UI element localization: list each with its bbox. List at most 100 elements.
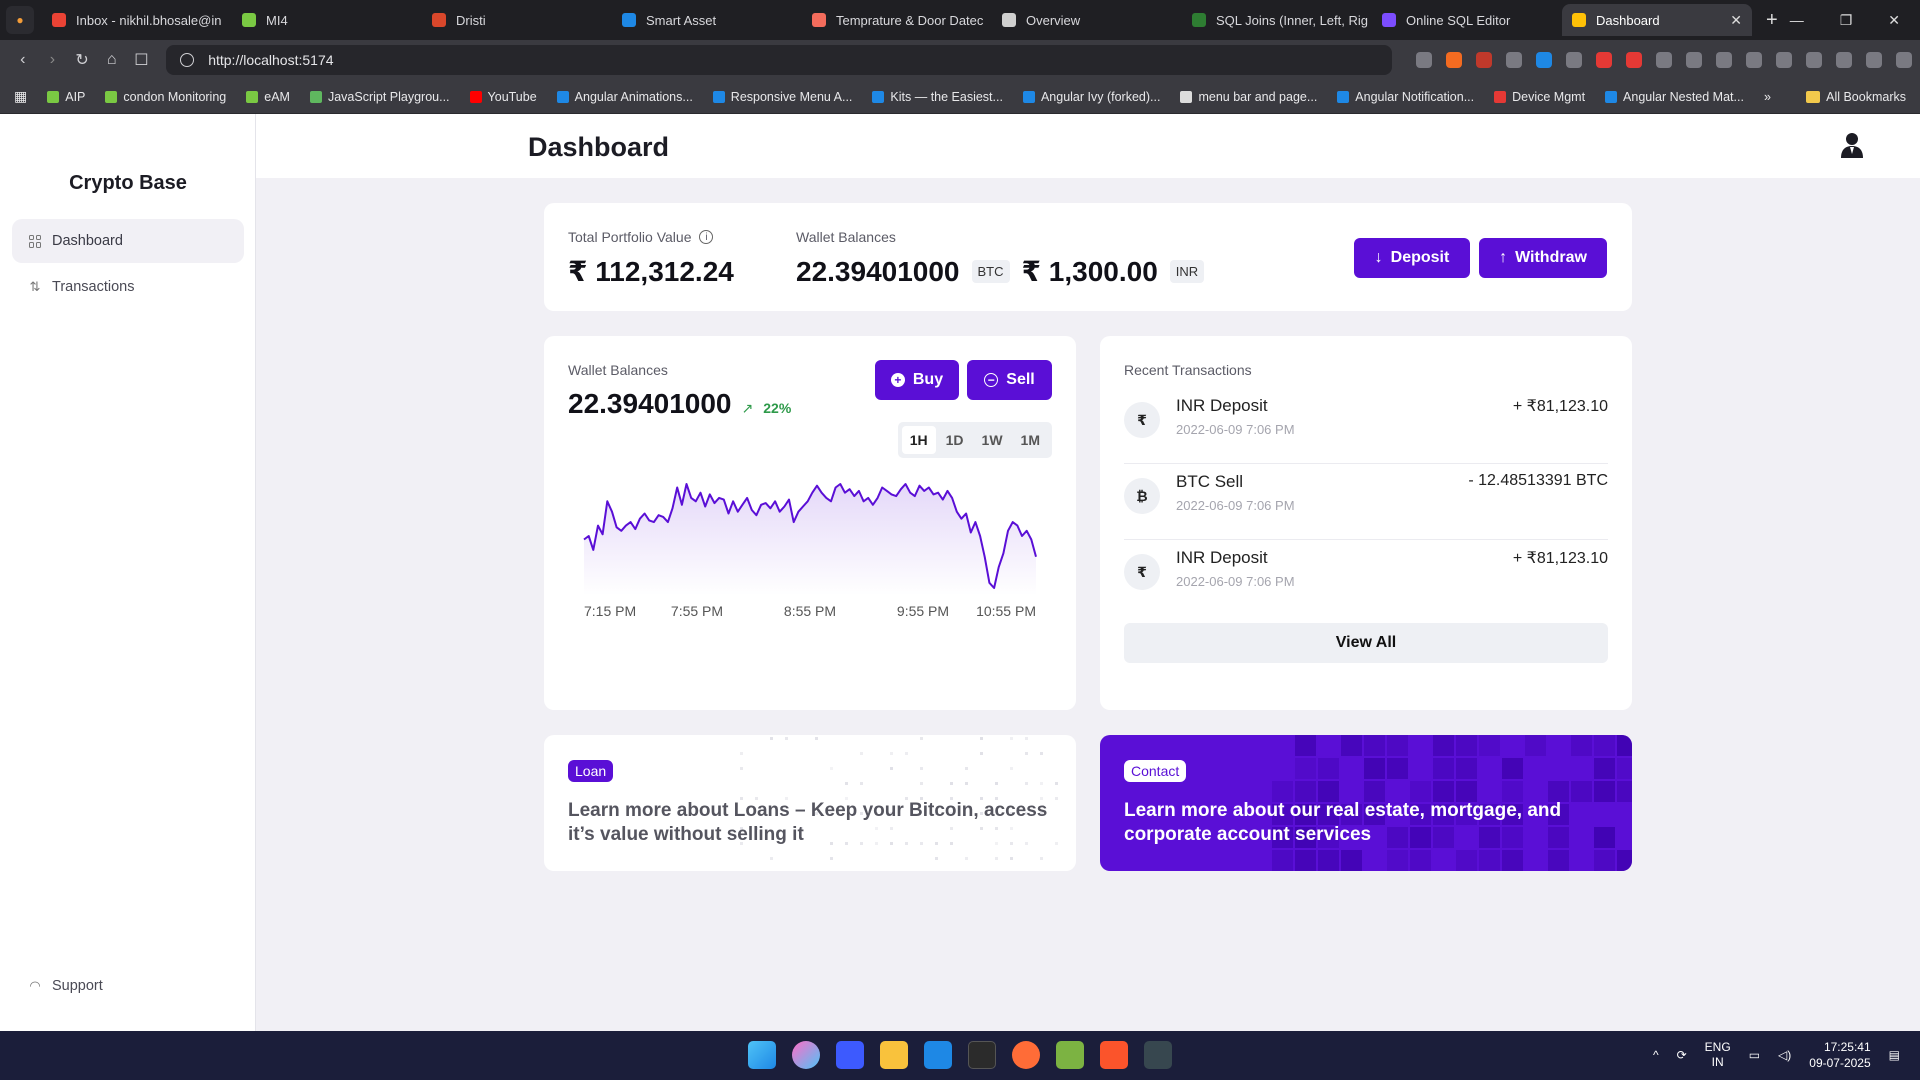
bookmark-item[interactable]: Device Mgmt <box>1494 90 1585 104</box>
browser-tab[interactable]: SQL Joins (Inner, Left, Rig <box>1182 4 1372 36</box>
brave-shields-icon[interactable] <box>1446 52 1462 68</box>
browser-tab[interactable]: Dristi <box>422 4 612 36</box>
browser-tab[interactable]: Smart Asset <box>612 4 802 36</box>
apps-grid-icon[interactable]: ▦ <box>14 88 27 105</box>
sidebar-item-dashboard[interactable]: Dashboard <box>12 219 244 263</box>
clock[interactable]: 17:25:41 09-07-2025 <box>1809 1039 1870 1071</box>
bookmark-icon[interactable]: ☐ <box>127 50 157 70</box>
bookmark-item[interactable]: Angular Animations... <box>557 90 693 104</box>
bookmark-item[interactable]: Angular Ivy (forked)... <box>1023 90 1161 104</box>
url-input[interactable]: http://localhost:5174 <box>166 45 1392 75</box>
loan-promo-card[interactable]: Loan Learn more about Loans – Keep your … <box>544 735 1076 871</box>
notifications-icon[interactable]: ▤ <box>1889 1048 1900 1062</box>
close-window-icon[interactable]: ✕ <box>1888 12 1900 29</box>
view-all-button[interactable]: View All <box>1124 623 1608 663</box>
bookmark-item[interactable]: condon Monitoring <box>105 90 226 104</box>
home-icon[interactable]: ⌂ <box>97 51 127 69</box>
bookmark-item[interactable]: eAM <box>246 90 290 104</box>
pattern-dot <box>770 857 773 860</box>
forward-icon[interactable]: › <box>38 51 68 69</box>
brave-menu-icon[interactable]: ● <box>6 6 34 34</box>
volume-icon[interactable]: ◁) <box>1778 1048 1791 1062</box>
brave-browser-icon[interactable] <box>1100 1041 1128 1069</box>
info-icon[interactable]: i <box>699 230 713 244</box>
terminal-icon[interactable] <box>968 1041 996 1069</box>
menu-icon[interactable] <box>1896 52 1912 68</box>
media-icon[interactable] <box>1746 52 1762 68</box>
sync-icon[interactable]: ⟳ <box>1677 1048 1687 1062</box>
bookmark-item[interactable]: AIP <box>47 90 85 104</box>
timeframe-1d[interactable]: 1D <box>938 426 972 454</box>
bookmark-item[interactable]: menu bar and page... <box>1180 90 1317 104</box>
all-bookmarks[interactable]: All Bookmarks <box>1806 90 1920 104</box>
browser-tab[interactable]: Overview <box>992 4 1182 36</box>
vpn-icon[interactable] <box>1866 52 1882 68</box>
bookmark-label: YouTube <box>488 90 537 104</box>
wallet-icon[interactable] <box>1806 52 1822 68</box>
sell-button[interactable]: − Sell <box>967 360 1052 400</box>
deposit-button[interactable]: ↓ Deposit <box>1354 238 1470 278</box>
language-indicator[interactable]: ENG IN <box>1705 1040 1731 1070</box>
withdraw-button[interactable]: ↑ Withdraw <box>1479 238 1607 278</box>
pattern-dot <box>1025 782 1028 785</box>
downloads-icon[interactable] <box>1716 52 1732 68</box>
close-tab-icon[interactable]: ✕ <box>1730 12 1742 29</box>
bookmark-item[interactable]: Responsive Menu A... <box>713 90 853 104</box>
contact-promo-card[interactable]: Contact Learn more about our real estate… <box>1100 735 1632 871</box>
timeframe-1h[interactable]: 1H <box>902 426 936 454</box>
bookmark-item[interactable]: Angular Notification... <box>1337 90 1474 104</box>
browser-tab[interactable]: Online SQL Editor <box>1372 4 1562 36</box>
timeframe-1m[interactable]: 1M <box>1013 426 1048 454</box>
network-icon[interactable]: ▭ <box>1749 1048 1760 1062</box>
extension-icon[interactable] <box>1536 52 1552 68</box>
browser-tab[interactable]: Temprature & Door Datec <box>802 4 992 36</box>
extension-icon[interactable] <box>1566 52 1582 68</box>
windows-start-icon[interactable] <box>748 1041 776 1069</box>
transaction-row[interactable]: ₹ INR Deposit 2022-06-09 7:06 PM + ₹81,123.… <box>1124 540 1608 616</box>
browser-tab[interactable]: Inbox - nikhil.bhosale@in <box>42 4 232 36</box>
brave-rewards-icon[interactable] <box>1476 52 1492 68</box>
postman-icon[interactable] <box>1012 1041 1040 1069</box>
pattern-dot <box>815 737 818 740</box>
sidebar-item-support[interactable]: ◠ Support <box>12 964 244 1008</box>
transaction-row[interactable]: ₿ BTC Sell 2022-06-09 7:06 PM - 12.48513391… <box>1124 464 1608 540</box>
sidebar-icon[interactable] <box>1776 52 1792 68</box>
network-app-icon[interactable] <box>836 1041 864 1069</box>
browser-tab[interactable]: Dashboard ✕ <box>1562 4 1752 36</box>
minimize-icon[interactable]: — <box>1790 12 1804 29</box>
browser-tab[interactable]: MI4 <box>232 4 422 36</box>
copilot-icon[interactable] <box>792 1041 820 1069</box>
back-icon[interactable]: ‹ <box>8 51 38 69</box>
vscode-icon[interactable] <box>924 1041 952 1069</box>
extension-icon[interactable] <box>1626 52 1642 68</box>
reload-icon[interactable]: ↻ <box>67 50 97 70</box>
bookmark-item[interactable]: JavaScript Playgrou... <box>310 90 450 104</box>
buy-button[interactable]: + Buy <box>875 360 959 400</box>
sidebar-item-transactions[interactable]: ⇅ Transactions <box>12 265 244 309</box>
timeframe-1w[interactable]: 1W <box>974 426 1011 454</box>
pattern-square <box>1548 850 1569 871</box>
leo-ai-icon[interactable] <box>1836 52 1852 68</box>
bookmark-item[interactable]: Kits — the Easiest... <box>872 90 1003 104</box>
notepad-icon[interactable] <box>1056 1041 1084 1069</box>
maximize-icon[interactable]: ❐ <box>1840 12 1853 29</box>
tab-favicon-icon <box>1382 13 1396 27</box>
chevron-up-icon[interactable]: ^ <box>1653 1048 1659 1062</box>
bookmark-item[interactable]: Angular Nested Mat... <box>1605 90 1744 104</box>
site-info-icon[interactable] <box>180 53 194 67</box>
bookmark-item[interactable]: YouTube <box>470 90 537 104</box>
pattern-dot <box>920 782 923 785</box>
file-explorer-icon[interactable] <box>880 1041 908 1069</box>
pattern-square <box>1318 850 1339 871</box>
tab-favicon-icon <box>1002 13 1016 27</box>
extensions-puzzle-icon[interactable] <box>1656 52 1672 68</box>
extension-icon[interactable] <box>1506 52 1522 68</box>
new-tab-icon[interactable]: + <box>1766 9 1778 32</box>
share-icon[interactable] <box>1416 52 1432 68</box>
extension-icon[interactable] <box>1686 52 1702 68</box>
transaction-row[interactable]: ₹ INR Deposit 2022-06-09 7:06 PM + ₹81,123.… <box>1124 388 1608 464</box>
ssms-icon[interactable] <box>1144 1041 1172 1069</box>
user-profile-icon[interactable] <box>1840 132 1864 158</box>
extension-icon[interactable] <box>1596 52 1612 68</box>
more-bookmarks-icon[interactable]: » <box>1764 90 1771 104</box>
